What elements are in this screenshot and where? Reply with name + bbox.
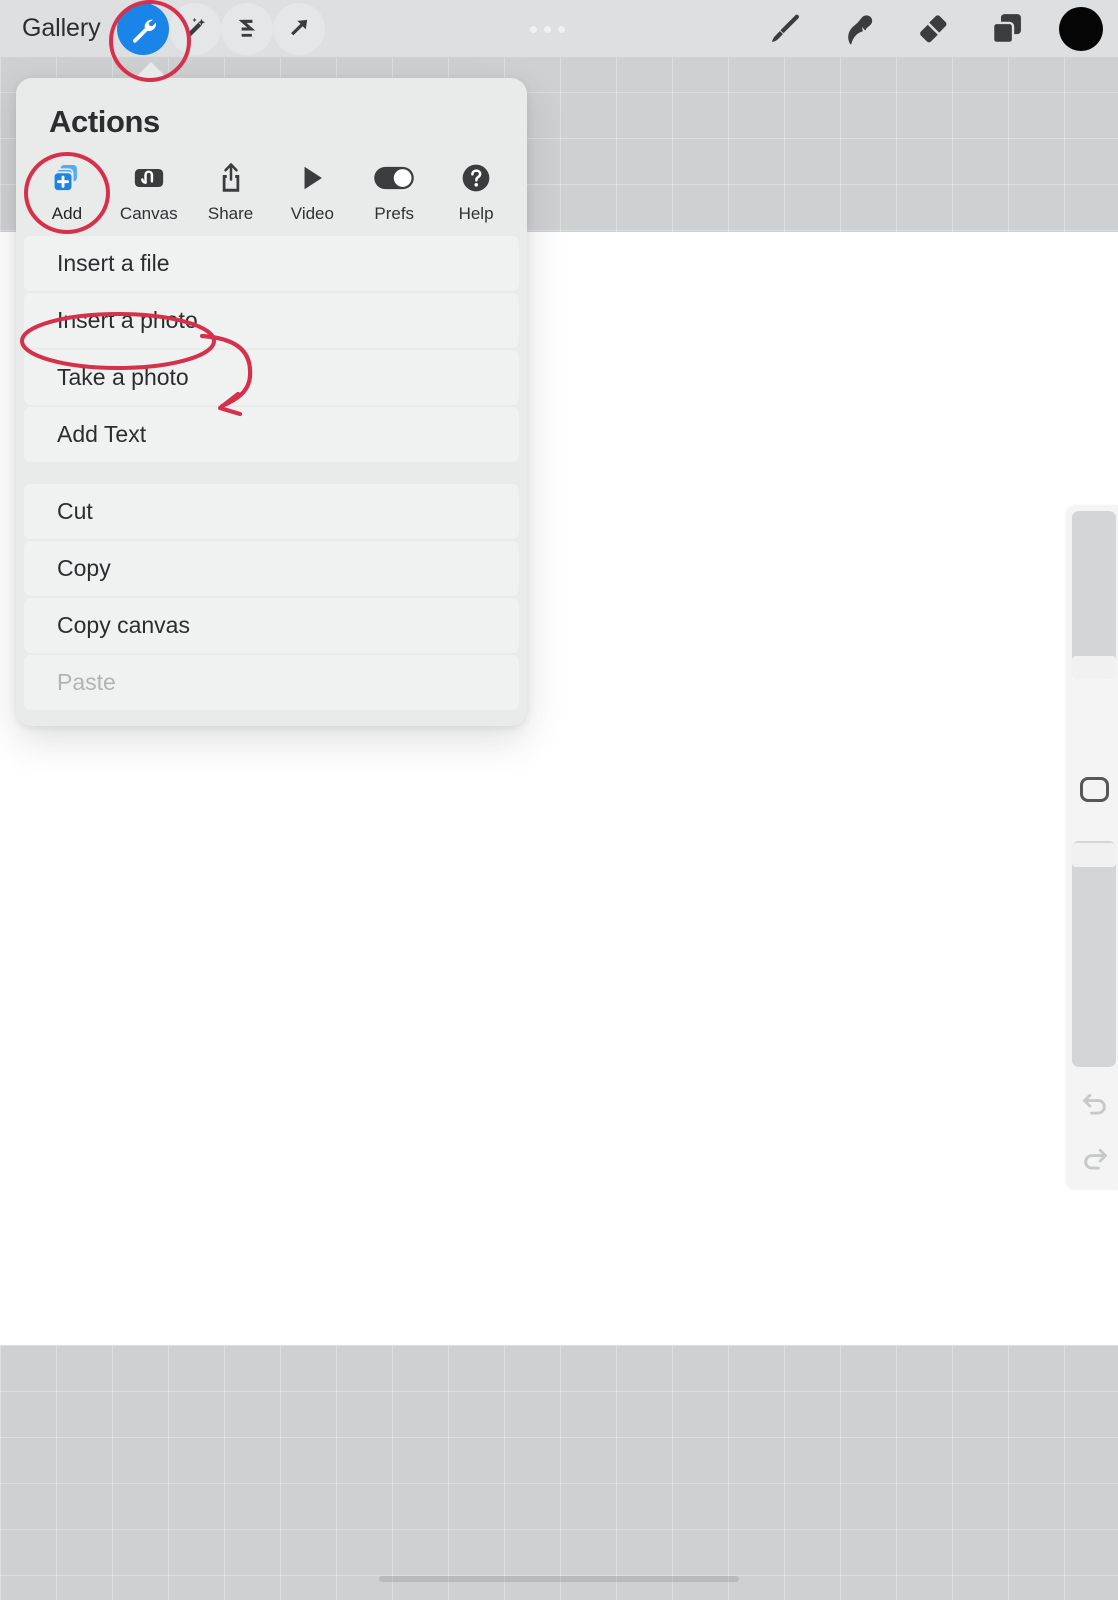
menu-item-take-a-photo[interactable]: Take a photo [24,350,519,405]
menu-item-paste: Paste [24,655,519,710]
panel-bottom-padding [16,712,527,726]
paint-button[interactable] [748,0,822,57]
smudge-finger-icon [848,14,873,44]
tab-label: Prefs [374,204,415,223]
top-toolbar: Gallery [0,0,1118,57]
transform-button[interactable] [272,2,325,55]
menu-item-insert-a-photo[interactable]: Insert a photo [24,293,519,348]
menu-item-copy[interactable]: Copy [24,541,519,596]
tab-label: Canvas [119,204,178,223]
more-options-dots[interactable] [530,10,565,48]
color-swatch-icon [1059,6,1103,51]
tab-help[interactable]: Help [435,154,517,224]
panel-caret [132,62,170,81]
arrow-transform-icon [290,19,307,35]
play-triangle-icon [296,158,328,198]
tab-canvas[interactable]: Canvas [108,154,190,224]
toggle-switch-icon [373,158,415,198]
procreate-app-screen: Gallery Actions Add Canvas Share Video P… [0,0,1118,1600]
menu-item-copy-canvas[interactable]: Copy canvas [24,598,519,653]
toolbar-right-group [748,0,1118,57]
question-mark-icon [460,158,492,198]
tab-label: Help [458,204,494,223]
undo-button[interactable] [1078,1085,1112,1119]
actions-wrench-button[interactable] [116,2,169,55]
magic-wand-icon [186,17,205,37]
color-button[interactable] [1044,0,1118,57]
menu-group-clipboard: Cut Copy Copy canvas Paste [16,484,527,710]
dot [544,25,551,33]
brush-icon [772,14,800,42]
actions-panel: Actions Add Canvas Share Video Prefs Hel… [16,78,527,726]
brush-size-slider[interactable] [1072,511,1116,679]
menu-item-add-text[interactable]: Add Text [24,407,519,462]
panel-title: Actions [49,104,160,139]
add-layer-plus-icon [50,158,84,198]
toolbar-left-group: Gallery [0,0,325,57]
tab-label: Share [207,204,254,223]
share-upload-icon [216,158,246,198]
undo-arrow-icon [1083,1093,1106,1115]
canvas-squiggle-icon [131,158,167,198]
eraser-icon [920,14,947,42]
brush-size-slider-knob[interactable] [1072,656,1116,679]
layers-button[interactable] [970,0,1044,57]
brush-sidebar [1066,505,1118,1190]
dot [530,25,537,33]
home-indicator [379,1576,739,1582]
panel-tab-bar: Add Canvas Share Video Prefs Help [16,140,527,236]
wrench-icon [132,19,156,43]
tab-video[interactable]: Video [271,154,353,224]
tab-label: Video [290,204,334,223]
smudge-button[interactable] [822,0,896,57]
tab-prefs[interactable]: Prefs [353,154,435,224]
tab-label: Add [51,204,83,223]
backdrop-grey-bottom [0,1345,1118,1600]
menu-item-cut[interactable]: Cut [24,484,519,539]
menu-item-insert-a-file[interactable]: Insert a file [24,236,519,291]
redo-button[interactable] [1078,1140,1112,1174]
erase-button[interactable] [896,0,970,57]
opacity-slider[interactable] [1072,841,1116,1067]
gallery-button[interactable]: Gallery [22,14,101,43]
menu-group-insert: Insert a file Insert a photo Take a phot… [16,236,527,462]
selection-s-icon [238,19,255,37]
grid-texture-bottom [0,1345,1118,1600]
tab-share[interactable]: Share [190,154,272,224]
dot [558,25,565,33]
layers-icon [991,13,1021,44]
opacity-slider-knob[interactable] [1072,843,1116,867]
adjustments-button[interactable] [168,2,221,55]
tab-add[interactable]: Add [26,154,108,224]
modify-square-button[interactable] [1080,777,1109,802]
redo-arrow-icon [1084,1148,1107,1170]
selection-button[interactable] [220,2,273,55]
